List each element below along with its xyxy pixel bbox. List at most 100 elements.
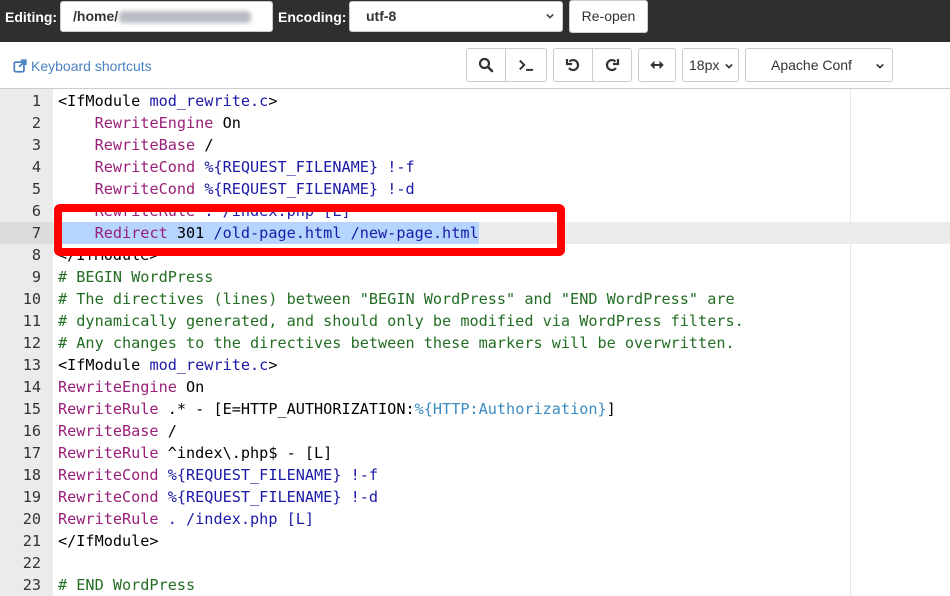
line-number: 14 xyxy=(22,378,41,396)
keyboard-shortcuts-link[interactable]: Keyboard shortcuts xyxy=(13,57,152,75)
editing-label: Editing: xyxy=(5,9,58,25)
code-line[interactable]: 3 RewriteBase / xyxy=(0,134,950,156)
line-number: 2 xyxy=(31,114,41,132)
code-token: RewriteCond xyxy=(94,158,196,176)
code-token: RewriteCond xyxy=(58,488,159,506)
code-text: RewriteRule ^index\.php$ - [L] xyxy=(58,442,332,464)
code-token: > xyxy=(268,356,278,374)
goto-line-button[interactable] xyxy=(506,48,547,82)
code-text: RewriteRule . /index.php [L] xyxy=(58,508,314,530)
search-button[interactable] xyxy=(466,48,506,82)
line-number: 19 xyxy=(22,488,41,506)
code-line[interactable]: 1 <IfModule mod_rewrite.c> xyxy=(0,90,950,112)
line-number: 12 xyxy=(22,334,41,352)
keyboard-shortcuts-label: Keyboard shortcuts xyxy=(31,58,152,74)
code-line[interactable]: 20 RewriteRule . /index.php [L] xyxy=(0,508,950,530)
code-line[interactable]: 21 </IfModule> xyxy=(0,530,950,552)
line-number: 6 xyxy=(31,202,41,220)
code-token: <IfModule xyxy=(58,92,150,110)
code-line[interactable]: 12 # Any changes to the directives betwee… xyxy=(0,332,950,354)
font-size-select[interactable]: 18px xyxy=(682,48,739,82)
code-text: RewriteRule . /index.php [L] xyxy=(58,200,351,222)
arrows-horizontal-icon xyxy=(650,60,664,70)
code-text: RewriteBase / xyxy=(58,134,214,156)
line-number: 3 xyxy=(31,136,41,154)
syntax-mode-value: Apache Conf xyxy=(771,57,852,73)
encoding-select[interactable]: utf-8 xyxy=(349,1,563,32)
encoding-value: utf-8 xyxy=(366,8,397,24)
undo-button[interactable] xyxy=(553,48,593,82)
code-line[interactable]: 17 RewriteRule ^index\.php$ - [L] xyxy=(0,442,950,464)
code-token: # END WordPress xyxy=(58,576,196,594)
code-token: Redirect xyxy=(94,224,168,242)
code-token: mod_rewrite.c xyxy=(149,356,269,374)
code-line[interactable]: 22 xyxy=(0,552,950,574)
code-line[interactable]: 6 RewriteRule . /index.php [L] xyxy=(0,200,950,222)
code-line[interactable]: 10 # The directives (lines) between "BEGI… xyxy=(0,288,950,310)
code-text: RewriteEngine On xyxy=(58,376,204,398)
code-line[interactable]: 23 # END WordPress xyxy=(0,574,950,596)
code-token: 301 xyxy=(167,224,214,242)
file-path-field[interactable]: /home/ xyxy=(60,1,273,32)
code-token: > xyxy=(268,92,278,110)
reopen-button[interactable]: Re-open xyxy=(569,0,648,33)
font-size-value: 18px xyxy=(689,57,720,73)
code-line[interactable]: 18 RewriteCond %{REQUEST_FILENAME} !-f xyxy=(0,464,950,486)
code-text: RewriteRule .* - [E=HTTP_AUTHORIZATION:%… xyxy=(58,398,616,420)
code-token: RewriteCond xyxy=(94,180,196,198)
code-token: %{REQUEST_FILENAME} !-d xyxy=(195,180,415,198)
code-line[interactable]: 19 RewriteCond %{REQUEST_FILENAME} !-d xyxy=(0,486,950,508)
chevron-down-icon xyxy=(725,63,733,69)
code-text: </IfModule> xyxy=(58,244,159,266)
code-line[interactable]: 9 # BEGIN WordPress xyxy=(0,266,950,288)
syntax-mode-select[interactable]: Apache Conf xyxy=(745,48,893,82)
code-token: RewriteBase xyxy=(94,136,196,154)
code-token: %{REQUEST_FILENAME} !-f xyxy=(195,158,415,176)
code-editor[interactable]: 1 <IfModule mod_rewrite.c> 2 RewriteEngine… xyxy=(0,88,950,596)
line-number: 8 xyxy=(31,246,41,264)
code-token: <IfModule xyxy=(58,356,150,374)
line-number: 5 xyxy=(31,180,41,198)
encoding-label: Encoding: xyxy=(278,9,347,25)
code-line[interactable]: 16 RewriteBase / xyxy=(0,420,950,442)
line-number: 18 xyxy=(22,466,41,484)
code-line[interactable]: 5 RewriteCond %{REQUEST_FILENAME} !-d xyxy=(0,178,950,200)
code-token: / xyxy=(158,422,177,440)
redo-button[interactable] xyxy=(593,48,632,82)
code-token: On xyxy=(176,378,205,396)
redo-icon xyxy=(605,58,620,72)
code-text: RewriteCond %{REQUEST_FILENAME} !-d xyxy=(58,178,415,200)
code-line[interactable]: 13 <IfModule mod_rewrite.c> xyxy=(0,354,950,376)
chevron-down-icon xyxy=(876,63,884,69)
line-number: 10 xyxy=(22,290,41,308)
code-text: <IfModule mod_rewrite.c> xyxy=(58,354,277,376)
code-token: </IfModule> xyxy=(58,532,159,550)
redacted-path-segment xyxy=(119,11,252,24)
code-text: <IfModule mod_rewrite.c> xyxy=(58,90,277,112)
line-number: 21 xyxy=(22,532,41,550)
code-token: mod_rewrite.c xyxy=(149,92,269,110)
code-line[interactable]: 14 RewriteEngine On xyxy=(0,376,950,398)
code-text: RewriteCond %{REQUEST_FILENAME} !-d xyxy=(58,486,378,508)
code-token: # dynamically generated, and should only… xyxy=(58,312,744,330)
code-line[interactable]: 7 Redirect 301 /old-page.html /new-page.… xyxy=(0,222,950,244)
code-text: RewriteCond %{REQUEST_FILENAME} !-f xyxy=(58,156,415,178)
line-number: 23 xyxy=(22,576,41,594)
code-token: %{HTTP:Authorization} xyxy=(414,400,607,418)
code-line[interactable]: 8 </IfModule> xyxy=(0,244,950,266)
code-line[interactable]: 2 RewriteEngine On xyxy=(0,112,950,134)
code-line[interactable]: 11 # dynamically generated, and should on… xyxy=(0,310,950,332)
toggle-wrap-button[interactable] xyxy=(638,48,676,82)
code-line[interactable]: 15 RewriteRule .* - [E=HTTP_AUTHORIZATION… xyxy=(0,398,950,420)
terminal-icon xyxy=(519,59,534,71)
code-line[interactable]: 4 RewriteCond %{REQUEST_FILENAME} !-f xyxy=(0,156,950,178)
code-token: /old-page.html /new-page.html xyxy=(213,224,479,242)
code-token: On xyxy=(213,114,241,132)
line-number: 7 xyxy=(0,222,53,244)
code-token: %{REQUEST_FILENAME} !-f xyxy=(158,466,379,484)
code-text: RewriteCond %{REQUEST_FILENAME} !-f xyxy=(58,464,378,486)
code-token: ^index\.php$ - [L] xyxy=(158,444,333,462)
